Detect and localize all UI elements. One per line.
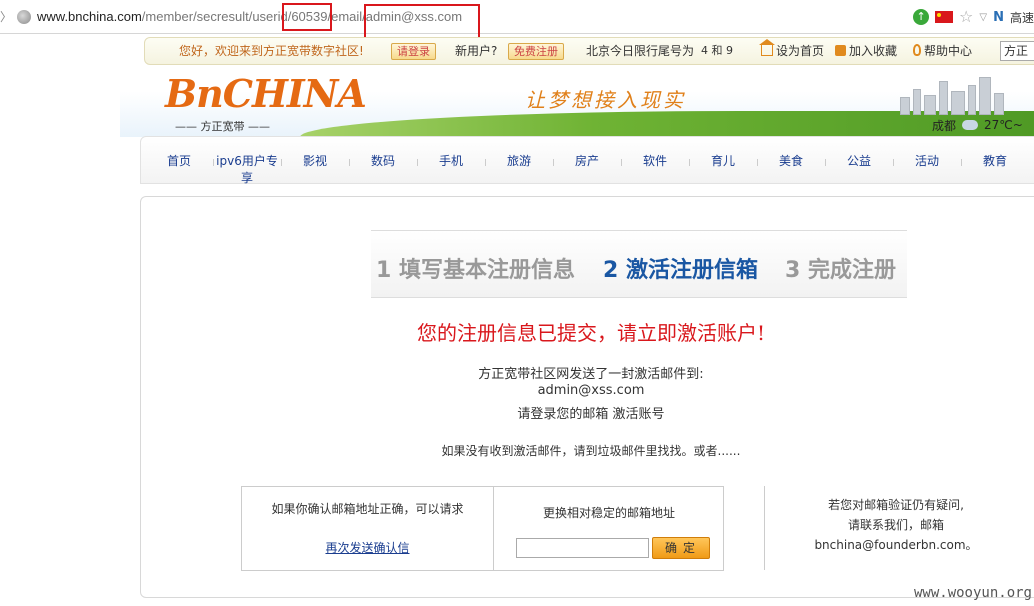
bookmark-icon [835,45,846,56]
nav-item-software[interactable]: 软件 [625,153,685,170]
nav-item-education[interactable]: 教育 [965,153,1025,170]
browser-actions: ↑ ☆ ▽ N 高速 [913,8,1034,26]
confirm-text: 如果你确认邮箱地址正确，可以请求 [271,502,464,516]
success-headline: 您的注册信息已提交，请立即激活账户! [416,321,766,345]
n-logo-icon[interactable]: N [993,10,1004,25]
nav-item-parenting[interactable]: 育儿 [693,153,753,170]
set-home-label: 设为首页 [776,44,825,58]
go-icon[interactable]: ↑ [913,9,930,25]
weather-widget: 成都 27℃~ [932,115,1023,135]
brand-select[interactable]: 方正 [1000,41,1034,61]
change-email-text: 更换相对稳定的邮箱地址 [542,506,675,520]
help-link[interactable]: 帮助中心 [913,38,972,64]
nav-item-home[interactable]: 首页 [149,153,209,170]
logo-subtitle: —— 方正宽带 —— [175,120,270,133]
address-bar: 〉 www.bnchina.com/member/secresult/useri… [0,0,1034,34]
registration-panel: 1 填写基本注册信息 2 激活注册信箱 3 完成注册 您的注册信息已提交，请立即… [140,196,1034,598]
home-icon [759,39,775,56]
sent-mail-text: 方正宽带社区网发送了一封激活邮件到: [478,367,704,382]
star-icon[interactable]: ☆ [959,9,973,25]
slogan: 让梦想接入现实 [525,88,686,112]
top-bar: 您好，欢迎来到方正宽带数字社区! 请登录 新用户? 免费注册 北京今日限行尾号为… [144,37,1034,65]
contact-email[interactable]: bnchina@founderbn.com。 [781,535,1011,555]
nav-item-mobile[interactable]: 手机 [421,153,481,170]
nav-item-house[interactable]: 房产 [557,153,617,170]
contact-info: 若您对邮箱验证仍有疑问, 请联系我们，邮箱 bnchina@founderbn.… [781,495,1011,555]
add-favorite-link[interactable]: 加入收藏 [835,38,897,64]
nav-item-video[interactable]: 影视 [285,153,345,170]
help-icon [913,44,921,56]
nav-item-ipv6[interactable]: ipv6用户专享 [215,153,279,187]
login-button[interactable]: 请登录 [391,43,436,60]
divider [764,486,765,570]
new-user-text: 新用户? [455,44,498,58]
nav-item-digital[interactable]: 数码 [353,153,413,170]
user-label: 高速 [1009,10,1034,25]
contact-line-2: 请联系我们，邮箱 [847,518,944,532]
nav-item-charity[interactable]: 公益 [829,153,889,170]
china-flag-icon[interactable] [935,11,954,23]
contact-line-1: 若您对邮箱验证仍有疑问, [828,498,964,512]
cloud-icon [962,120,979,130]
register-button[interactable]: 免费注册 [508,43,564,60]
traffic-text: 北京今日限行尾号为 [586,44,695,58]
site-logo[interactable]: BnCHINA [165,71,367,116]
globe-icon [17,10,31,24]
traffic-numbers: 4 和 9 [701,44,733,57]
url-domain: www.bnchina.com [37,9,142,24]
weather-temp: 27℃~ [984,118,1023,132]
city-skyline-illustration [900,77,1010,115]
site: 您好，欢迎来到方正宽带数字社区! 请登录 新用户? 免费注册 北京今日限行尾号为… [120,35,1034,606]
banner: BnCHINA —— 方正宽带 —— 让梦想接入现实 成都 27℃~ [120,67,1034,137]
new-email-input[interactable] [516,538,649,558]
weather-city: 成都 [932,118,957,133]
step-3: 3 完成注册 [785,258,896,283]
watermark: www.wooyun.org [913,585,1032,601]
dropdown-arrow-icon[interactable]: ▽ [979,12,987,23]
registration-steps: 1 填写基本注册信息 2 激活注册信箱 3 完成注册 [371,230,907,298]
spam-note: 如果没有收到激活邮件，请到垃圾邮件里找找。或者...... [441,444,741,458]
nav-item-food[interactable]: 美食 [761,153,821,170]
main-nav: 首页 ipv6用户专享 影视 数码 手机 旅游 房产 软件 育儿 美食 公益 活… [140,136,1034,187]
confirm-button[interactable]: 确定 [652,537,710,559]
step-1: 1 填写基本注册信息 [376,258,575,283]
step-2-active: 2 激活注册信箱 [603,258,758,283]
back-icon[interactable]: 〉 [0,9,12,25]
resend-link[interactable]: 再次发送确认信 [242,539,493,556]
resend-box: 如果你确认邮箱地址正确，可以请求 再次发送确认信 更换相对稳定的邮箱地址 确定 [241,486,724,571]
help-label: 帮助中心 [924,44,973,58]
nav-item-events[interactable]: 活动 [897,153,957,170]
highlight-userid [282,3,332,31]
welcome-text: 您好，欢迎来到方正宽带数字社区! [179,44,364,58]
add-favorite-label: 加入收藏 [849,44,898,58]
registered-email: admin@xss.com [537,383,645,398]
login-mailbox-text: 请登录您的邮箱 激活账号 [517,407,665,422]
nav-item-travel[interactable]: 旅游 [489,153,549,170]
set-home-link[interactable]: 设为首页 [759,38,825,64]
